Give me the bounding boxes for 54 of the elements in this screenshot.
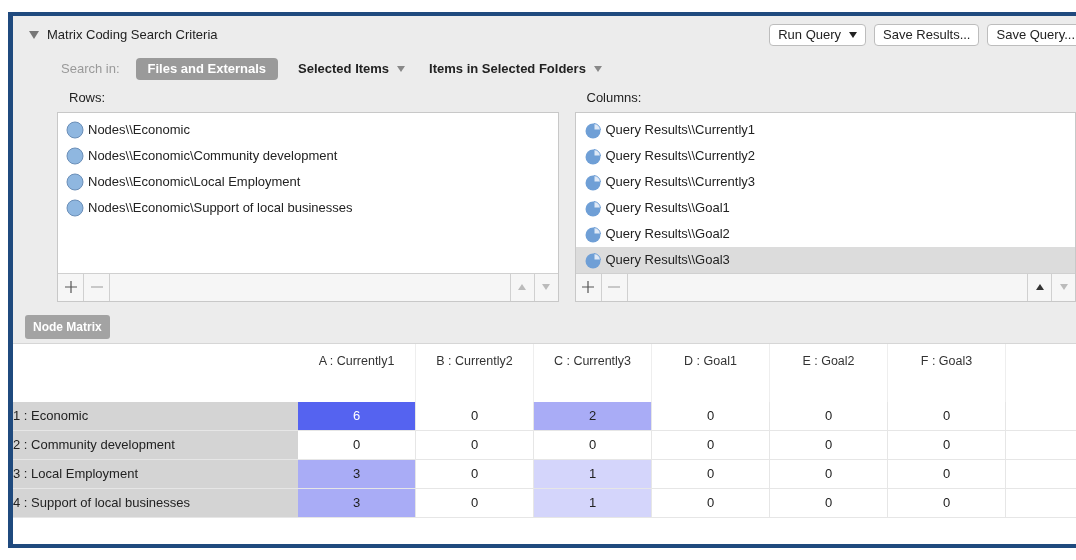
up-arrow-icon [518,284,526,290]
list-item[interactable]: Query Results\\Currently2 [575,142,1075,169]
query-icon [583,172,602,191]
disclosure-triangle-icon[interactable] [29,31,39,39]
column-header[interactable]: B : Currently2 [416,343,534,402]
toolbar-button[interactable]: Save Query... [987,24,1076,46]
search-in-label: Search in: [61,60,120,79]
query-icon [583,146,602,165]
matrix-cell: 6 [298,401,416,430]
row-header[interactable]: 2 : Community development [13,430,298,459]
matrix-cell: 3 [298,459,416,488]
list-item[interactable]: Query Results\\Goal2 [575,220,1075,247]
down-arrow-icon [1059,284,1068,290]
plus-icon [582,281,594,293]
node-icon [66,172,84,191]
column-header[interactable]: E : Goal2 [770,343,888,402]
query-icon [583,224,602,243]
column-header[interactable]: C : Currently3 [534,343,652,402]
toolbar-button[interactable]: Run Query [769,24,867,46]
list-item[interactable]: Query Results\\Goal1 [575,194,1075,221]
down-arrow-icon [542,284,550,290]
query-icon [583,120,602,139]
minus-icon [90,286,103,288]
scope-option[interactable]: Selected Items [294,58,410,80]
query-icon [583,250,602,269]
list-item[interactable]: Query Results\\Currently1 [575,116,1075,143]
row-header[interactable]: 4 : Support of local businesses [13,488,298,517]
list-item[interactable]: Nodes\\Economic\Community development [58,142,558,169]
node-icon [66,146,84,165]
toolbar-button[interactable]: Save Results... [874,24,980,46]
list-item[interactable]: Query Results\\Currently3 [575,168,1075,195]
scope-option[interactable]: Items in Selected Folders [425,58,606,80]
list-item[interactable]: Query Results\\Goal3 [575,246,1075,273]
matrix-cell: 2 [534,401,652,430]
plus-icon [64,281,77,293]
row-header[interactable]: 3 : Local Employment [13,459,298,488]
node-icon [66,120,84,139]
query-icon [583,198,602,217]
node-icon [66,198,84,217]
minus-icon [608,286,620,288]
column-header[interactable]: A : Currently1 [298,343,416,402]
matrix-cell: 1 [534,459,652,488]
list-label: Columns: [586,89,643,107]
matrix-cell: 1 [534,488,652,517]
list-item[interactable]: Nodes\\Economic [58,116,558,143]
list-item[interactable]: Nodes\\Economic\Support of local businesses [58,194,558,221]
matrix-cell: 3 [298,488,416,517]
row-header[interactable]: 1 : Economic [13,401,298,430]
column-header[interactable]: D : Goal1 [652,343,770,402]
column-header[interactable]: F : Goal3 [888,343,1006,402]
panel-title: Matrix Coding Search Criteria [47,26,218,45]
up-arrow-icon [1035,284,1044,290]
list-item[interactable]: Nodes\\Economic\Local Employment [58,168,558,195]
list-label: Rows: [69,89,107,107]
